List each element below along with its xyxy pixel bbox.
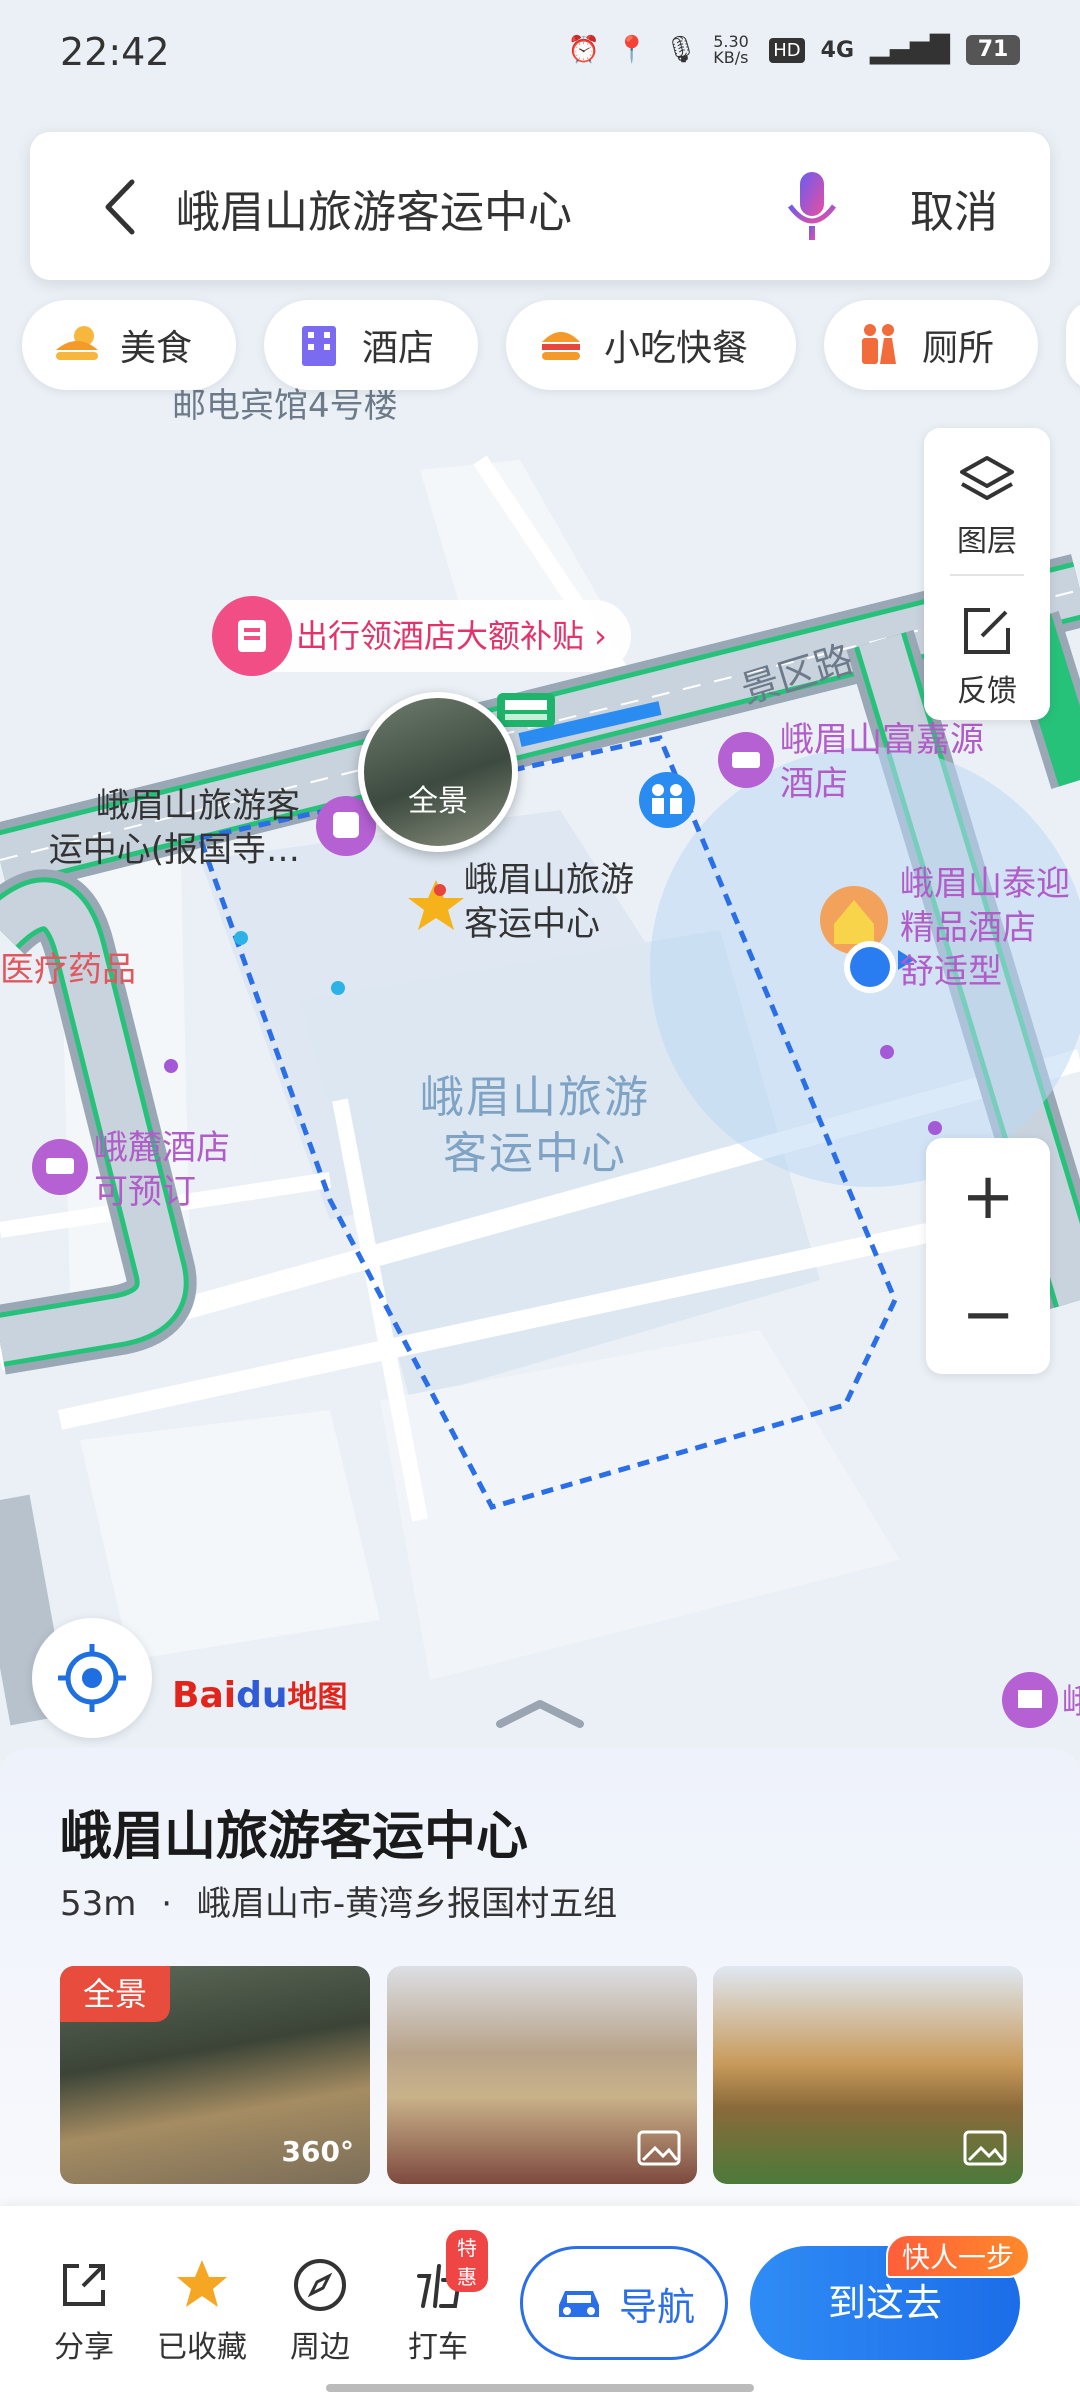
- chip-toilet[interactable]: 厕所: [824, 300, 1038, 390]
- ticket-icon: [212, 596, 292, 676]
- image-icon: [637, 2130, 681, 2166]
- panorama-label: 全景: [408, 784, 468, 819]
- battery-icon: 71: [966, 35, 1020, 65]
- feedback-edit-icon: [964, 608, 1010, 654]
- car-icon: [558, 2291, 599, 2317]
- photo-panorama[interactable]: 全景 360°: [60, 1966, 370, 2184]
- network-type: 4G: [820, 37, 855, 63]
- status-icons: ⏰ 📍 🎙 5.30 KB/s HD 4G ▂▄▆█ 71: [567, 34, 1020, 66]
- photo-360-badge: 360°: [281, 2135, 354, 2168]
- mic-status-icon: 🎙: [664, 35, 698, 65]
- map-label-hotel-elu[interactable]: 峨麓酒店 可预订: [94, 1126, 230, 1214]
- sheet-expand-icon[interactable]: [490, 1690, 590, 1730]
- place-meta: 53m · 峨眉山市-黄湾乡报国村五组: [60, 1876, 617, 1925]
- meta-separator: ·: [161, 1884, 173, 1924]
- star-icon: [177, 2260, 227, 2307]
- poi-panorama-thumbnail[interactable]: 全景: [358, 692, 518, 852]
- map-label-hotel-fujiayuan[interactable]: 峨眉山富嘉源 酒店: [780, 718, 984, 806]
- chip-snacks-label: 小吃快餐: [604, 328, 749, 369]
- feedback-label: 反馈: [957, 674, 1017, 709]
- layers-label: 图层: [957, 524, 1017, 559]
- feedback-button[interactable]: 反馈: [924, 578, 1050, 718]
- search-bar[interactable]: 峨眉山旅游客运中心 取消: [30, 132, 1050, 280]
- hotel-icon: [302, 326, 336, 366]
- place-title: 峨眉山旅游客运中心: [60, 1807, 529, 1867]
- chip-food[interactable]: 美食: [22, 300, 236, 390]
- status-time: 22:42: [60, 30, 170, 74]
- back-icon[interactable]: [92, 172, 152, 242]
- map-label-hotel-taiyi[interactable]: 峨眉山泰迎 精品酒店 舒适型: [900, 862, 1070, 994]
- chip-toilet-label: 厕所: [922, 328, 995, 369]
- compass-icon: [294, 2259, 346, 2311]
- share-label: 分享: [54, 2330, 114, 2365]
- tools-divider: [950, 574, 1024, 576]
- promo-text: 出行领酒店大额补贴 ›: [296, 617, 607, 655]
- signal-icon: ▂▄▆█: [870, 35, 950, 65]
- image-icon: [963, 2130, 1007, 2166]
- chip-food-label: 美食: [120, 328, 193, 369]
- map-label-building: 邮电宾馆4号楼: [172, 386, 398, 426]
- hotel-pin-left[interactable]: [32, 1139, 88, 1195]
- map-tools-panel: 图层 反馈: [924, 428, 1050, 720]
- crosshair-icon: [58, 1644, 126, 1712]
- logo-bai: Bai: [172, 1675, 237, 1716]
- layers-icon: [960, 456, 1014, 500]
- map-label-far-right: 峨: [1062, 1682, 1080, 1722]
- burger-sun-icon: [56, 326, 98, 360]
- layers-button[interactable]: 图层: [924, 428, 1050, 568]
- chip-snacks[interactable]: 小吃快餐: [506, 300, 796, 390]
- favorite-button[interactable]: 已收藏: [152, 2256, 252, 2366]
- voice-mic-icon[interactable]: [782, 166, 842, 246]
- far-right-pin[interactable]: [1002, 1672, 1058, 1728]
- burger-icon: [542, 332, 580, 360]
- search-query[interactable]: 峨眉山旅游客运中心: [176, 176, 572, 240]
- map-label-poi-name[interactable]: 峨眉山旅游 客运中心: [464, 858, 634, 946]
- chip-hotel-label: 酒店: [362, 328, 435, 369]
- locate-me-button[interactable]: [32, 1618, 152, 1738]
- toilet-pin[interactable]: [639, 772, 695, 828]
- hotel-pin-right[interactable]: [718, 732, 774, 788]
- favorite-label: 已收藏: [157, 2330, 247, 2365]
- map-label-area: 峨眉山旅游 客运中心: [420, 1072, 650, 1179]
- zoom-controls: + −: [926, 1138, 1050, 1374]
- bus-station-icon[interactable]: [497, 693, 555, 727]
- logo-du: du: [236, 1675, 288, 1716]
- cancel-button[interactable]: 取消: [910, 176, 998, 240]
- map-label-station-left[interactable]: 峨眉山旅游客 运中心(报国寺…: [0, 784, 300, 872]
- share-button[interactable]: 分享: [34, 2256, 134, 2366]
- home-indicator[interactable]: [326, 2384, 754, 2392]
- zoom-out-button[interactable]: −: [926, 1256, 1050, 1374]
- taxi-button[interactable]: 打车 特惠: [388, 2230, 488, 2366]
- nearby-button[interactable]: 周边: [270, 2256, 370, 2366]
- photo-panorama-tag: 全景: [60, 1966, 170, 2022]
- baidu-map-logo: Baidu地图: [172, 1672, 347, 1716]
- navigation-button[interactable]: 导航: [520, 2246, 728, 2360]
- hd-icon: HD: [769, 37, 805, 63]
- zoom-in-button[interactable]: +: [926, 1138, 1050, 1256]
- alarm-icon: ⏰: [567, 35, 600, 65]
- chip-hotel[interactable]: 酒店: [264, 300, 478, 390]
- place-detail-sheet[interactable]: 峨眉山旅游客运中心 53m · 峨眉山市-黄湾乡报国村五组 全景 360°: [0, 1700, 1080, 2208]
- share-icon: [63, 2264, 105, 2306]
- taxi-label: 打车: [408, 2330, 468, 2365]
- status-bar: 22:42 ⏰ 📍 🎙 5.30 KB/s HD 4G ▂▄▆█ 71: [0, 0, 1080, 112]
- map-label-medical: 医疗药品: [0, 950, 136, 990]
- logo-ditu: 地图: [287, 1680, 348, 1715]
- location-icon: 📍: [615, 35, 649, 65]
- place-distance: 53m: [60, 1884, 137, 1924]
- place-address: 峨眉山市-黄湾乡报国村五组: [196, 1884, 618, 1924]
- taxi-promo-badge: 特惠: [446, 2230, 488, 2292]
- toilet-icon: [862, 324, 896, 364]
- net-speed: 5.30 KB/s: [713, 32, 749, 67]
- promo-banner[interactable]: 出行领酒店大额补贴 ›: [212, 596, 631, 676]
- nearby-label: 周边: [290, 2330, 350, 2365]
- go-here-badge: 快人一步: [886, 2234, 1031, 2278]
- photo-temple[interactable]: [713, 1966, 1023, 2184]
- navigation-label: 导航: [618, 2284, 695, 2329]
- bottom-action-bar: 分享 已收藏 周边 打车 特惠 导航 到这去 快人一步: [0, 2206, 1080, 2400]
- photo-building[interactable]: [387, 1966, 697, 2184]
